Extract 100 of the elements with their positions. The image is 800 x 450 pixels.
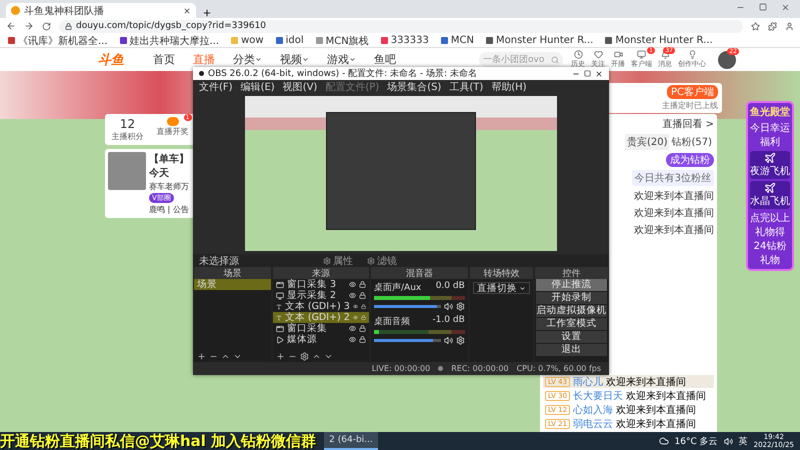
bookmark[interactable]: Monster Hunter R...: [486, 35, 594, 46]
dock-title: 转场特效: [470, 267, 533, 279]
eye-icon[interactable]: [349, 336, 356, 343]
gear-icon: [367, 256, 375, 264]
bookmark[interactable]: wow: [231, 35, 264, 46]
panel-tab[interactable]: 贵宾(20): [624, 134, 670, 150]
source-item[interactable]: 显示采集 2: [273, 290, 369, 301]
eye-icon[interactable]: [349, 325, 356, 332]
control-button[interactable]: 启动虚拟摄像机: [536, 305, 607, 317]
close-icon[interactable]: [183, 6, 191, 14]
dock-title: 场景: [194, 267, 271, 279]
cpu-status: CPU: 0.7%, 60.00 fps: [516, 364, 601, 373]
dock-title: 来源: [273, 267, 369, 279]
control-button[interactable]: 停止推流: [536, 279, 607, 291]
window-icon: [276, 280, 284, 288]
lock-icon[interactable]: [360, 303, 366, 310]
search-icon[interactable]: [551, 56, 559, 64]
new-tab-icon[interactable]: [202, 8, 212, 18]
ime-indicator[interactable]: 英: [738, 434, 748, 448]
taskbar-item[interactable]: 2 (64-bi...: [324, 432, 378, 450]
lightbulb-icon: [688, 50, 696, 59]
nav-link[interactable]: 鱼吧: [374, 52, 396, 67]
dock-title: 控件: [534, 267, 608, 279]
plane-icon: [764, 182, 776, 194]
gear-icon[interactable]: [456, 302, 465, 311]
clock-icon: [574, 50, 582, 59]
close-icon[interactable]: [595, 70, 603, 78]
menu-item[interactable]: 场景集合(S): [387, 80, 442, 94]
browser-tab[interactable]: 斗鱼鬼神科团队播: [6, 3, 196, 18]
bookmark[interactable]: idol: [276, 35, 304, 46]
source-item[interactable]: 媒体源: [273, 334, 369, 345]
puzzle-icon[interactable]: [768, 22, 777, 30]
join-fans-button[interactable]: 成为钻粉: [666, 153, 714, 167]
bookmark[interactable]: MCN: [440, 35, 474, 46]
control-button[interactable]: 开始录制: [536, 292, 607, 304]
lock-icon[interactable]: [359, 336, 366, 343]
transition-select[interactable]: 直播切换: [472, 282, 530, 294]
lock-icon[interactable]: [359, 325, 366, 332]
control-button[interactable]: 工作室模式: [536, 318, 607, 330]
source-item[interactable]: 窗口采集 3: [273, 279, 369, 290]
bookmark[interactable]: 《讯库》新机器全...: [8, 34, 108, 48]
nav-link[interactable]: 视频: [280, 52, 309, 67]
menu-item[interactable]: 工具(T): [449, 80, 484, 94]
rec-dot-icon: [438, 366, 444, 371]
source-item[interactable]: 文本 (GDI+) 3: [273, 301, 369, 312]
nav-link[interactable]: 分类: [233, 52, 262, 67]
anchor-subtitle: 赛车老师万: [149, 181, 190, 192]
gear-icon[interactable]: [300, 352, 309, 360]
replay-link[interactable]: 直播回看 >: [662, 117, 714, 131]
gear-icon: [323, 256, 331, 264]
bookmark[interactable]: MCN旗栈: [316, 34, 369, 48]
source-item[interactable]: 窗口采集: [273, 323, 369, 334]
favicon-icon: [11, 6, 20, 15]
play-icon: [276, 336, 284, 344]
add-icon[interactable]: [197, 352, 206, 360]
speaker-icon[interactable]: [444, 336, 453, 345]
toolbar-button[interactable]: 属性: [323, 254, 353, 268]
forward-icon[interactable]: [24, 21, 34, 31]
toolbar-button[interactable]: 滤镜: [367, 254, 397, 268]
lock-icon[interactable]: [359, 281, 366, 288]
lock-icon: [65, 22, 72, 30]
source-status: 未选择源: [199, 254, 240, 268]
chat-message: 欢迎来到本直播间: [634, 224, 714, 237]
gift-item[interactable]: 夜游飞机: [750, 151, 790, 179]
window-title: OBS 26.0.2 (64-bit, windows) - 配置文件: 未命名 - 场景: 未命名: [208, 68, 478, 80]
gift-item[interactable]: 水晶飞机: [750, 181, 790, 209]
address-bar[interactable]: douyu.com/topic/dygsb_copy?rid=339610: [59, 20, 743, 32]
back-icon[interactable]: [6, 21, 16, 31]
control-button[interactable]: 退出: [536, 344, 607, 356]
promo-widget[interactable]: 鱼光殿堂 今日幸运福利 夜游飞机 水晶飞机 点完以上礼物得24钻粉礼物: [746, 101, 794, 271]
add-icon[interactable]: [276, 352, 285, 360]
speaker-icon[interactable]: [444, 302, 453, 311]
volume-icon[interactable]: [724, 436, 733, 446]
nav-link[interactable]: 首页: [153, 52, 175, 67]
scene-item[interactable]: 场景: [194, 279, 271, 290]
window-icon: [276, 324, 284, 332]
bookmark[interactable]: 娃出共种瑞大摩拉...: [120, 34, 220, 48]
eye-icon[interactable]: [352, 303, 358, 310]
control-button[interactable]: 设置: [536, 331, 607, 343]
monitor-icon: [276, 292, 284, 300]
gear-icon[interactable]: [456, 336, 465, 345]
url-text: douyu.com/topic/dygsb_copy?rid=339610: [76, 21, 266, 31]
eye-icon[interactable]: [349, 281, 356, 288]
eye-icon[interactable]: [349, 292, 356, 299]
channel-reading: 0.0 dB: [436, 281, 465, 293]
menu-item[interactable]: 编辑(E): [240, 80, 275, 94]
bookmark[interactable]: Monster Hunter R...: [605, 35, 713, 46]
menu-item[interactable]: 帮助(H): [491, 80, 527, 94]
score-stat: 12 主播积分: [112, 117, 144, 142]
menu-item[interactable]: 文件(F): [199, 80, 233, 94]
bookmark[interactable]: 333333: [380, 35, 429, 46]
star-icon[interactable]: [751, 22, 760, 30]
lock-icon[interactable]: [359, 292, 366, 299]
channel-name: 桌面声/Aux: [374, 282, 422, 294]
reload-icon[interactable]: [42, 22, 51, 30]
menu-item[interactable]: 视图(V): [282, 80, 318, 94]
maximize-icon[interactable]: [584, 70, 591, 77]
rec-status: REC: 00:00:00: [451, 364, 509, 373]
nav-link[interactable]: 游戏: [327, 52, 356, 67]
profile-icon[interactable]: [785, 22, 794, 30]
